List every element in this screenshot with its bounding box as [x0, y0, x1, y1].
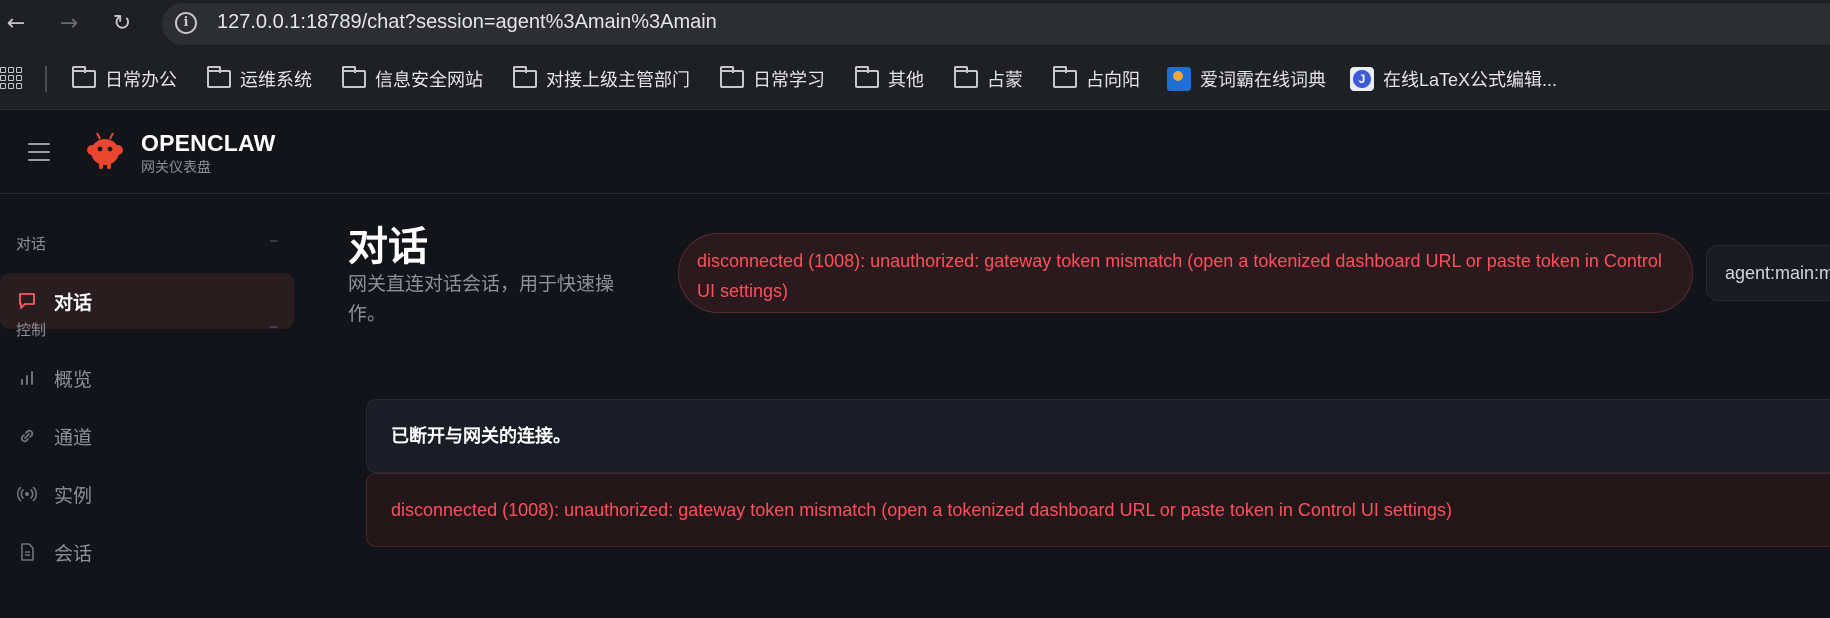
bookmark-label: 信息安全网站 [375, 70, 483, 90]
openclaw-logo-icon [87, 132, 123, 169]
bookmarks-bar: 日常办公 运维系统 信息安全网站 对接上级主管部门 日常学习 其他 占蒙 占向阳… [0, 48, 1830, 110]
disconnect-notice: 已断开与网关的连接。 [366, 399, 1830, 473]
url-text[interactable]: 127.0.0.1:18789/chat?session=agent%3Amai… [217, 11, 717, 34]
session-selector[interactable]: agent:main:main [1706, 245, 1830, 301]
bookmark-label: 日常办公 [105, 70, 177, 90]
chat-bubble-icon [16, 290, 38, 312]
sidebar-item-instances[interactable]: 实例 [0, 466, 294, 522]
forward-arrow-icon[interactable]: → [53, 8, 85, 40]
broadcast-icon [16, 483, 38, 505]
page-subtitle: 网关直连对话会话，用于快速操作。 [348, 274, 615, 325]
folder-icon [855, 66, 879, 88]
bookmark-folder[interactable]: 占向阳 [1053, 65, 1140, 93]
sidebar-item-channels[interactable]: 通道 [0, 408, 294, 464]
bookmark-label: 占向阳 [1086, 70, 1140, 90]
folder-icon [342, 66, 366, 88]
sidebar-group-control[interactable]: 控制 − [16, 319, 278, 340]
latex-favicon-icon: J [1350, 67, 1374, 91]
sidebar-item-label: 通道 [54, 427, 93, 449]
back-arrow-icon[interactable]: ← [0, 8, 32, 40]
page-title: 对话 [348, 225, 428, 269]
folder-icon [1053, 66, 1077, 88]
sidebar-group-label: 对话 [16, 236, 47, 253]
bookmark-folder[interactable]: 运维系统 [207, 65, 312, 93]
brand: OPENCLAW 网关仪表盘 [141, 130, 276, 177]
bookmark-label: 日常学习 [753, 70, 825, 90]
reload-icon[interactable]: ↻ [106, 8, 138, 40]
error-message: disconnected (1008): unauthorized: gatew… [366, 473, 1830, 547]
folder-icon [72, 66, 96, 88]
error-banner: disconnected (1008): unauthorized: gatew… [678, 233, 1693, 313]
sidebar-item-sessions[interactable]: 会话 [0, 524, 294, 580]
link-icon [16, 425, 38, 447]
browser-address-bar: ← → ↻ i 127.0.0.1:18789/chat?session=age… [0, 0, 1830, 48]
bookmark-folder[interactable]: 其他 [855, 65, 924, 93]
bookmark-folder[interactable]: 信息安全网站 [342, 65, 483, 93]
bookmark-link[interactable]: J 在线LaTeX公式编辑... [1350, 65, 1557, 93]
site-info-icon[interactable]: i [175, 12, 197, 34]
sidebar-item-label: 对话 [54, 292, 93, 314]
apps-grid-icon[interactable] [0, 67, 22, 89]
bookmark-label: 运维系统 [240, 70, 312, 90]
document-icon [16, 541, 38, 563]
collapse-icon[interactable]: − [269, 233, 278, 250]
sidebar-item-overview[interactable]: 概览 [0, 350, 294, 406]
bookmarks-divider [45, 66, 47, 92]
folder-icon [720, 66, 744, 88]
brand-name: OPENCLAW [141, 130, 276, 156]
sidebar-item-label: 概览 [54, 369, 93, 391]
bookmark-folder[interactable]: 日常学习 [720, 65, 825, 93]
app-header: OPENCLAW 网关仪表盘 [0, 110, 1830, 194]
bookmark-folder[interactable]: 对接上级主管部门 [513, 65, 690, 93]
bookmark-link[interactable]: 爱词霸在线词典 [1167, 65, 1326, 93]
bookmark-label: 其他 [888, 70, 924, 90]
bar-chart-icon [16, 367, 38, 389]
bookmark-label: 在线LaTeX公式编辑... [1383, 70, 1558, 90]
bookmark-label: 占蒙 [987, 70, 1023, 90]
sidebar-group-chat[interactable]: 对话 − [16, 233, 278, 254]
folder-icon [513, 66, 537, 88]
collapse-icon[interactable]: − [269, 319, 278, 336]
sidebar-group-label: 控制 [16, 322, 47, 339]
sidebar-item-label: 实例 [54, 485, 93, 507]
sidebar: 对话 − 对话 控制 − 概览 通道 实例 会话 [0, 195, 300, 618]
bookmark-label: 爱词霸在线词典 [1200, 70, 1326, 90]
bookmark-label: 对接上级主管部门 [546, 70, 690, 90]
menu-toggle-icon[interactable] [28, 143, 50, 161]
folder-icon [954, 66, 978, 88]
bookmark-folder[interactable]: 占蒙 [954, 65, 1023, 93]
bookmark-folder[interactable]: 日常办公 [72, 65, 177, 93]
iciba-favicon-icon [1167, 67, 1191, 91]
sidebar-item-label: 会话 [54, 543, 93, 565]
folder-icon [207, 66, 231, 88]
brand-subtitle: 网关仪表盘 [141, 159, 211, 175]
